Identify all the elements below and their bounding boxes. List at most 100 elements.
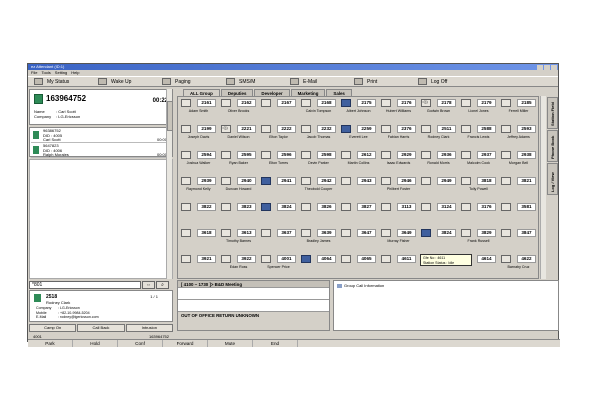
tab-station-field[interactable]: Station Field	[547, 97, 558, 129]
station-cell[interactable]: 3647	[340, 228, 377, 253]
sms-button[interactable]: SMS/M	[220, 78, 284, 85]
station-cell[interactable]: 3822	[180, 202, 217, 227]
paging-button[interactable]: Paging	[156, 78, 220, 85]
station-cell[interactable]: 2199 Joseph Davis	[180, 124, 217, 149]
station-cell[interactable]: 3649 Murray Fisher	[380, 228, 417, 253]
station-cell[interactable]: 2942 Theobold Cooper	[300, 176, 337, 201]
station-cell[interactable]: 3613 Timothy Barnes	[220, 228, 257, 253]
mute-button[interactable]: Mute	[208, 340, 253, 347]
menu-setting[interactable]: Setting	[55, 70, 67, 76]
station-cell[interactable]: 2222 Elton Taylor	[260, 124, 297, 149]
intrusion-button[interactable]: Intrusion	[125, 324, 173, 332]
my-status-button[interactable]: My Status	[28, 78, 92, 85]
station-cell[interactable]: 3829 Frank Russell	[460, 228, 497, 253]
end-button[interactable]: End	[253, 340, 298, 347]
station-cell[interactable]: 2929 Isaac Edwards	[380, 150, 417, 175]
station-cell[interactable]: 4622 Barnaby Cruz	[500, 254, 537, 279]
tab-all-group[interactable]: ALL Group	[183, 89, 220, 96]
tab-log-view[interactable]: Log / View	[547, 163, 558, 195]
station-cell[interactable]: 2596 Elton Torres	[260, 150, 297, 175]
station-cell[interactable]: 2176 Hubert Williams	[380, 98, 417, 123]
station-cell[interactable]: 3823	[220, 202, 257, 227]
menu-tools[interactable]: Tools	[41, 70, 50, 76]
station-cell[interactable]: 2511 Rodney Clark	[420, 124, 457, 149]
queue-item[interactable]: 96386752 DID : 4005 Carl Scott 00:00	[31, 128, 171, 143]
station-cell[interactable]: 3824	[260, 202, 297, 227]
station-cell[interactable]: 2185 Ferrell Miller	[500, 98, 537, 123]
menu-help[interactable]: Help	[71, 70, 79, 76]
call-back-button[interactable]: Call Back	[77, 324, 125, 332]
maximize-icon[interactable]	[544, 64, 550, 70]
station-cell[interactable]: 2221 Daniel Wilson	[220, 124, 257, 149]
tab-deputies[interactable]: Deputies	[220, 89, 254, 96]
grid-scrollbar[interactable]	[540, 96, 546, 279]
station-cell[interactable]: 3639 Bradley James	[300, 228, 337, 253]
scroll-thumb[interactable]	[167, 101, 173, 131]
station-cell[interactable]: 2939 Raymond Kelly	[180, 176, 217, 201]
tab-phone-book[interactable]: Phone Book	[547, 130, 558, 162]
station-cell[interactable]: 3826	[300, 202, 337, 227]
station-cell[interactable]: 2593 Jeffrey Adams	[500, 124, 537, 149]
park-button[interactable]: Park	[28, 340, 73, 347]
station-cell[interactable]: 4001 Spencer Price	[260, 254, 297, 279]
email-button[interactable]: E-Mail	[284, 78, 348, 85]
camp-on-button[interactable]: Camp On	[29, 324, 77, 332]
station-cell[interactable]: 2595 Ryan Baker	[220, 150, 257, 175]
station-cell[interactable]: 2938 Morgan Bell	[500, 150, 537, 175]
station-cell[interactable]: 2178 Godwin Brown	[420, 98, 457, 123]
left-scrollbar[interactable]	[166, 89, 173, 279]
hold-button[interactable]: Hold	[73, 340, 118, 347]
station-cell[interactable]: 3637	[260, 228, 297, 253]
station-cell[interactable]: 2167	[260, 98, 297, 123]
queue-item[interactable]: 5647823 DID : 4006 Ralph Morales 00:00	[31, 143, 171, 158]
station-cell[interactable]: 3818 Tolly Powell	[460, 176, 497, 201]
station-cell[interactable]: 2936 Ronald Morris	[420, 150, 457, 175]
station-cell[interactable]: 3824	[420, 228, 457, 253]
station-cell[interactable]: 3581	[500, 202, 537, 227]
station-cell[interactable]: 2588 Francis Lewis	[460, 124, 497, 149]
wake-up-button[interactable]: Wake Up	[92, 78, 156, 85]
station-cell[interactable]: 2179 Lionel Jones	[460, 98, 497, 123]
station-cell[interactable]: 2376 Fabian Harris	[380, 124, 417, 149]
tab-marketing[interactable]: Marketing	[290, 89, 326, 96]
swap-button[interactable]: ⇔	[142, 281, 155, 289]
station-cell[interactable]: 2612 Martin Collins	[340, 150, 377, 175]
tab-developer[interactable]: Developer	[254, 89, 290, 96]
print-button[interactable]: Print	[348, 78, 412, 85]
active-call-card[interactable]: 163964752 00:22 Name: Carl Scott Company…	[29, 89, 173, 125]
station-cell[interactable]: 3847	[500, 228, 537, 253]
station-cell[interactable]: 3821	[500, 176, 537, 201]
station-cell[interactable]: 2162 Oliver Brooks	[220, 98, 257, 123]
conf-button[interactable]: Conf	[118, 340, 163, 347]
station-cell[interactable]: 3124	[420, 202, 457, 227]
station-cell[interactable]: 4064	[300, 254, 337, 279]
minimize-icon[interactable]	[537, 64, 543, 70]
station-cell[interactable]: 3922 Edan Ross	[220, 254, 257, 279]
station-cell[interactable]: 3113	[380, 202, 417, 227]
station-cell[interactable]: 2259 Everett Lee	[340, 124, 377, 149]
station-cell[interactable]: 2946 Philbert Foster	[380, 176, 417, 201]
search-input[interactable]	[29, 281, 141, 289]
station-cell[interactable]: 3618	[180, 228, 217, 253]
station-cell[interactable]: 2168 Calvin Tompson	[300, 98, 337, 123]
station-cell[interactable]: 2175 Albert Johnson	[340, 98, 377, 123]
station-cell[interactable]: 2598 Devin Parker	[300, 150, 337, 175]
log-off-button[interactable]: Log Off	[412, 78, 476, 85]
menu-file[interactable]: File	[31, 70, 37, 76]
station-cell[interactable]: 2940 Duncan Howard	[220, 176, 257, 201]
station-cell[interactable]: 2594 Joshua Walker	[180, 150, 217, 175]
station-cell[interactable]: 4065	[340, 254, 377, 279]
station-cell[interactable]: 2949	[420, 176, 457, 201]
station-cell[interactable]: 3921	[180, 254, 217, 279]
close-icon[interactable]	[551, 64, 557, 70]
forward-button[interactable]: Forward	[163, 340, 208, 347]
station-cell[interactable]: 2943	[340, 176, 377, 201]
station-cell[interactable]: 3176	[460, 202, 497, 227]
station-cell[interactable]: 2161 Adam Smith	[180, 98, 217, 123]
tab-sales[interactable]: Sales	[326, 89, 352, 96]
search-button[interactable]: ⌕	[156, 281, 169, 289]
station-cell[interactable]: 2941	[260, 176, 297, 201]
station-cell[interactable]: 2937 Malcolm Cook	[460, 150, 497, 175]
station-cell[interactable]: 3827	[340, 202, 377, 227]
station-cell[interactable]: 4611	[380, 254, 417, 279]
